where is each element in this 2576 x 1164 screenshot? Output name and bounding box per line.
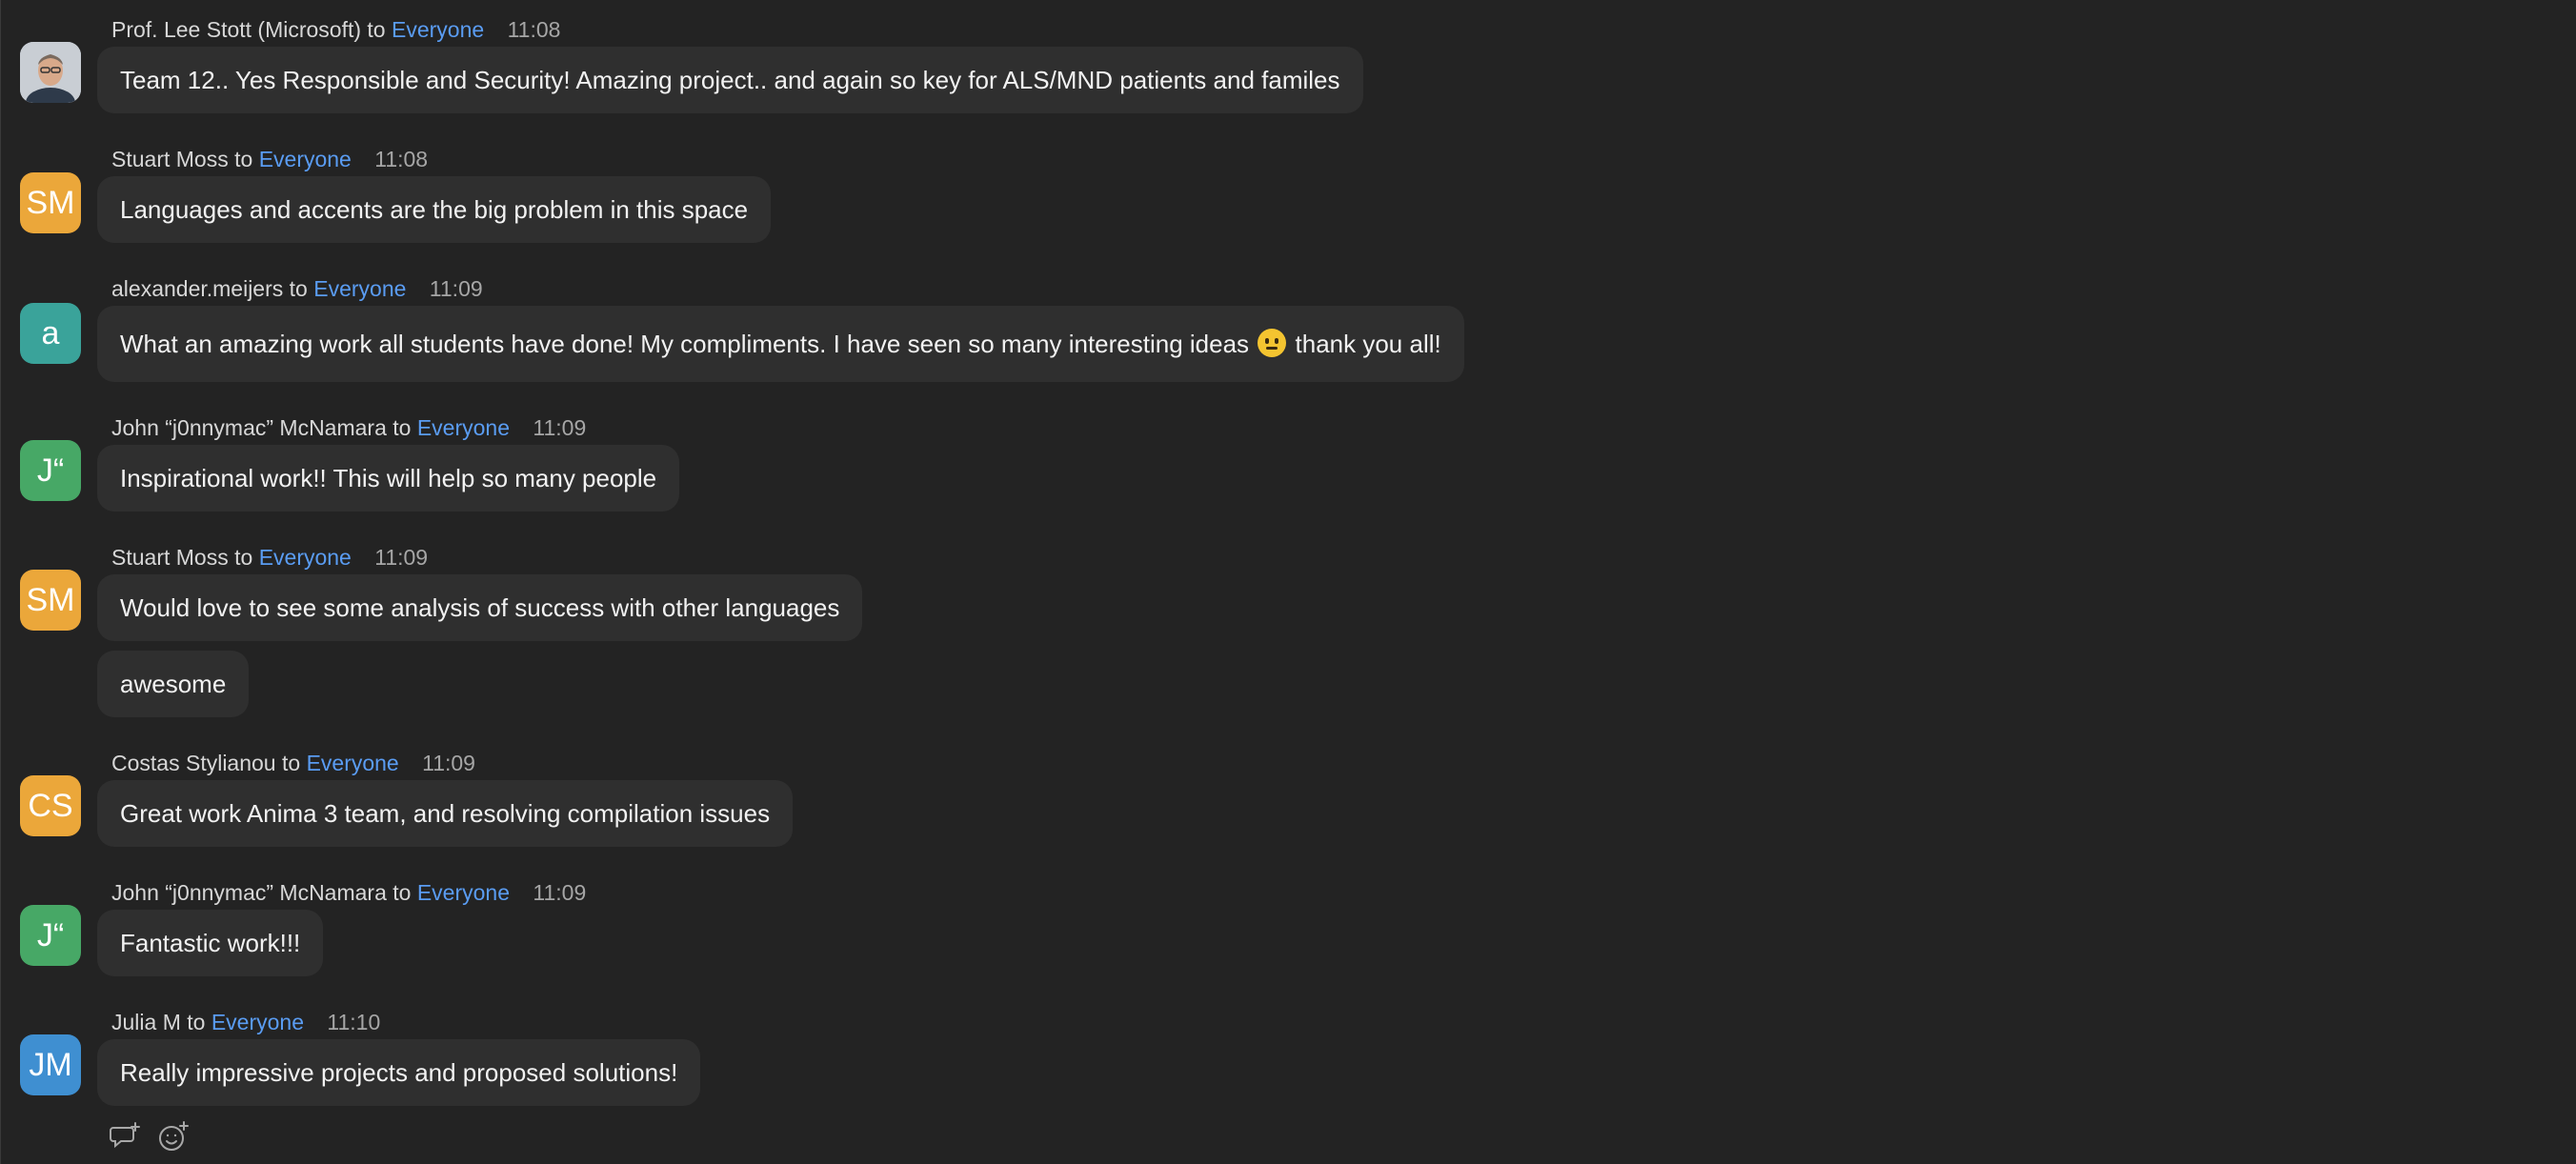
timestamp: 11:09: [422, 751, 475, 775]
message-header: alexander.meijers to Everyone 11:09: [111, 276, 483, 302]
sender-name[interactable]: Costas Stylianou: [111, 751, 276, 775]
timestamp: 11:09: [533, 880, 587, 905]
to-label: to: [281, 751, 301, 775]
timestamp: 11:08: [374, 147, 429, 171]
avatar[interactable]: J“: [20, 905, 81, 966]
sender-name[interactable]: Prof. Lee Stott (Microsoft): [111, 17, 361, 42]
timestamp: 11:09: [374, 545, 429, 570]
timestamp: 11:09: [533, 415, 587, 440]
recipient-link[interactable]: Everyone: [313, 276, 406, 301]
message-header: Prof. Lee Stott (Microsoft) to Everyone …: [111, 17, 560, 43]
to-label: to: [367, 17, 386, 42]
recipient-link[interactable]: Everyone: [259, 545, 352, 570]
message-header: Costas Stylianou to Everyone 11:09: [111, 751, 475, 776]
message-bubble[interactable]: Team 12.. Yes Responsible and Security! …: [97, 47, 1363, 113]
timestamp: 11:10: [327, 1010, 381, 1034]
message-text: What an amazing work all students have d…: [120, 330, 1250, 358]
message-bubble[interactable]: Inspirational work!! This will help so m…: [97, 445, 680, 512]
timestamp: 11:08: [507, 17, 561, 42]
reply-thread-icon[interactable]: [110, 1120, 142, 1153]
sender-name[interactable]: John “j0nnymac” McNamara: [111, 880, 387, 905]
recipient-link[interactable]: Everyone: [259, 147, 352, 171]
person-photo-icon: [20, 42, 81, 103]
to-label: to: [187, 1010, 206, 1034]
message-header: John “j0nnymac” McNamara to Everyone 11:…: [111, 880, 586, 906]
recipient-link[interactable]: Everyone: [392, 17, 484, 42]
slightly-smiling-face-icon: [1258, 329, 1287, 357]
to-label: to: [234, 545, 253, 570]
message-header: Stuart Moss to Everyone 11:09: [111, 545, 428, 571]
sender-name[interactable]: Stuart Moss: [111, 147, 229, 171]
avatar[interactable]: a: [20, 303, 81, 364]
recipient-link[interactable]: Everyone: [417, 880, 510, 905]
sender-name[interactable]: Julia M: [111, 1010, 181, 1034]
message-bubble[interactable]: Really impressive projects and proposed …: [97, 1039, 701, 1106]
avatar[interactable]: SM: [20, 172, 81, 233]
message-bubble[interactable]: awesome: [97, 651, 250, 717]
chat-panel: Prof. Lee Stott (Microsoft) to Everyone …: [0, 0, 2576, 1164]
message-header: John “j0nnymac” McNamara to Everyone 11:…: [111, 415, 586, 441]
sender-name[interactable]: John “j0nnymac” McNamara: [111, 415, 387, 440]
message-header: Stuart Moss to Everyone 11:08: [111, 147, 428, 172]
avatar[interactable]: [20, 42, 81, 103]
avatar[interactable]: JM: [20, 1034, 81, 1095]
avatar[interactable]: CS: [20, 775, 81, 836]
message-bubble[interactable]: Languages and accents are the big proble…: [97, 176, 772, 243]
sender-name[interactable]: alexander.meijers: [111, 276, 283, 301]
message-bubble[interactable]: Great work Anima 3 team, and resolving c…: [97, 780, 794, 847]
message-bubble[interactable]: Would love to see some analysis of succe…: [97, 574, 863, 641]
to-label: to: [392, 415, 412, 440]
add-reaction-icon[interactable]: [157, 1120, 190, 1153]
message-bubble[interactable]: Fantastic work!!!: [97, 910, 324, 976]
recipient-link[interactable]: Everyone: [417, 415, 510, 440]
recipient-link[interactable]: Everyone: [211, 1010, 304, 1034]
timestamp: 11:09: [429, 276, 483, 301]
avatar[interactable]: J“: [20, 440, 81, 501]
to-label: to: [392, 880, 412, 905]
recipient-link[interactable]: Everyone: [307, 751, 399, 775]
message-header: Julia M to Everyone 11:10: [111, 1010, 380, 1035]
message-actions: [110, 1120, 190, 1153]
to-label: to: [234, 147, 253, 171]
avatar[interactable]: SM: [20, 570, 81, 631]
to-label: to: [289, 276, 308, 301]
message-text: thank you all!: [1295, 330, 1441, 358]
sender-name[interactable]: Stuart Moss: [111, 545, 229, 570]
message-bubble[interactable]: What an amazing work all students have d…: [97, 306, 1464, 382]
